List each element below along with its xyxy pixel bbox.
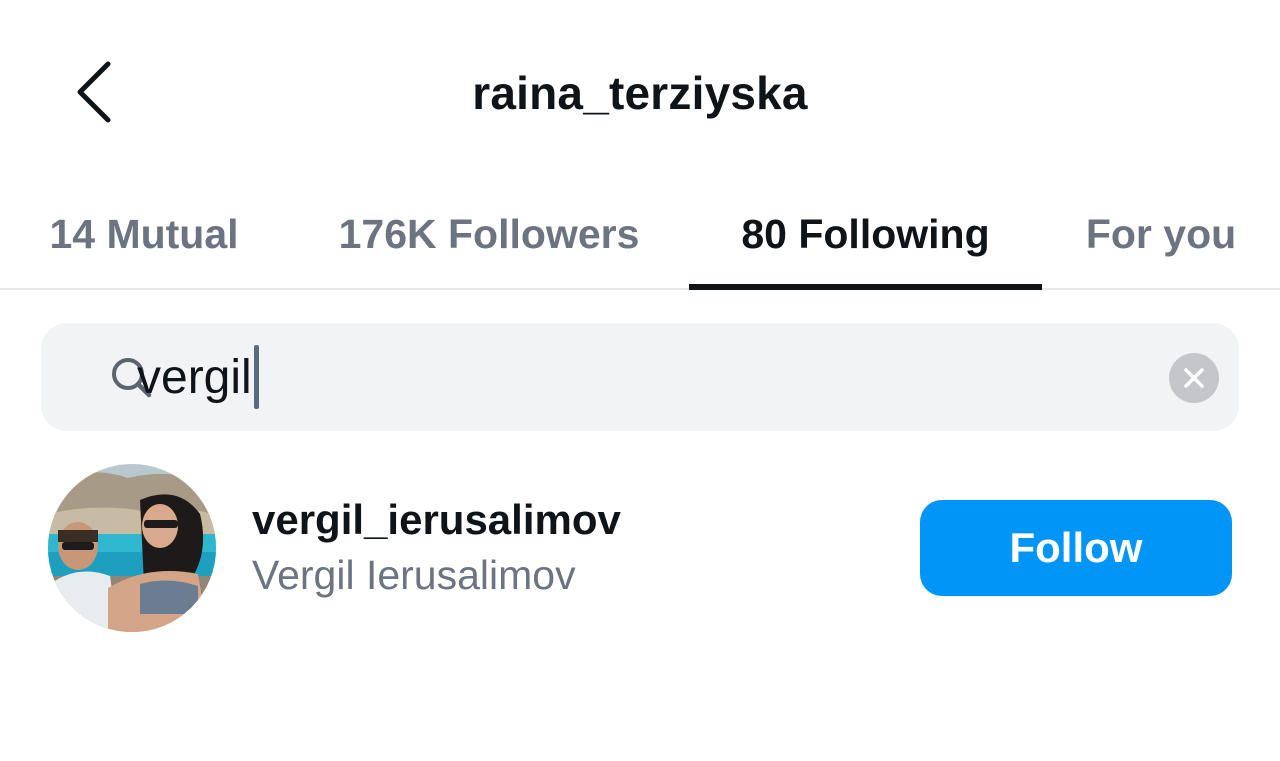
text-cursor xyxy=(253,345,259,409)
tab-following[interactable]: 80 Following xyxy=(689,180,1042,288)
avatar[interactable] xyxy=(48,464,216,632)
tab-mutual[interactable]: 14 Mutual xyxy=(26,180,262,288)
search-input[interactable] xyxy=(137,341,1147,413)
clear-search-button[interactable] xyxy=(1169,353,1219,403)
active-tab-indicator xyxy=(689,284,1042,290)
search-bar xyxy=(41,323,1239,431)
result-username: vergil_ierusalimov xyxy=(252,496,621,543)
list-item[interactable]: vergil_ierusalimov Vergil Ierusalimov Fo… xyxy=(0,460,1280,636)
follow-button[interactable]: Follow xyxy=(920,500,1232,596)
tab-for-you[interactable]: For you xyxy=(1070,180,1252,288)
header: raina_terziyska xyxy=(0,0,1280,180)
tab-bar: 14 Mutual 176K Followers 80 Following Fo… xyxy=(0,180,1280,290)
page-title: raina_terziyska xyxy=(472,67,808,119)
tab-followers[interactable]: 176K Followers xyxy=(316,180,662,288)
result-full-name: Vergil Ierusalimov xyxy=(252,552,576,598)
